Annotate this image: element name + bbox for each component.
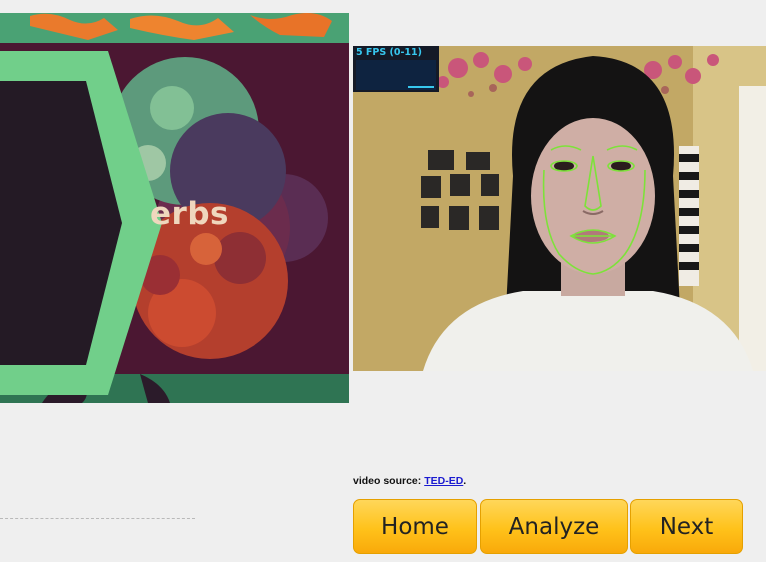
video-progress-bar[interactable]: [0, 518, 195, 519]
lesson-title-text: erbs: [150, 196, 229, 232]
fps-label: 5 FPS (0-11): [356, 47, 422, 58]
fps-meter: 5 FPS (0-11): [353, 46, 439, 92]
webcam-image: [353, 46, 766, 371]
fps-graph: [356, 60, 436, 90]
analyze-button[interactable]: Analyze: [480, 499, 628, 554]
video-source-prefix: video source:: [353, 475, 425, 487]
video-source-suffix: .: [463, 475, 467, 487]
webcam-feed: 5 FPS (0-11): [353, 46, 766, 371]
home-button[interactable]: Home: [353, 499, 477, 554]
video-source-credit: video source: TED-ED.: [353, 475, 466, 487]
next-button[interactable]: Next: [630, 499, 743, 554]
ted-ed-link[interactable]: TED-ED: [424, 475, 463, 487]
lesson-video[interactable]: erbs: [0, 13, 349, 403]
